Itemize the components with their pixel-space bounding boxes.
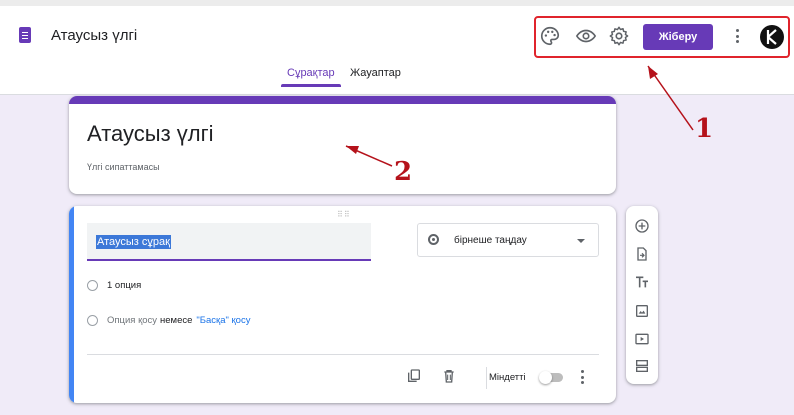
form-title[interactable]: Атаусыз үлгі [87,121,214,147]
required-label: Міндетті [489,372,526,383]
question-footer-divider [87,354,599,355]
drag-handle-icon[interactable]: ⠿⠿ [337,210,351,219]
radio-empty-icon [87,280,98,291]
dropdown-arrow-icon [577,239,585,243]
add-section-icon[interactable] [634,358,650,374]
annotation-number-1: 1 [695,114,714,144]
active-tab-indicator [281,84,341,87]
or-text: немесе [160,315,193,326]
radio-checked-icon [428,234,439,245]
annotation-box-header-tools [534,16,790,58]
radio-empty-icon [87,315,98,326]
required-toggle[interactable] [539,371,565,384]
add-title-icon[interactable] [634,274,650,290]
title-card-accent [69,96,616,104]
add-video-icon[interactable] [634,331,650,347]
tab-answers[interactable]: Жауаптар [350,67,401,79]
option-label[interactable]: 1 опция [107,280,141,291]
annotation-number-2: 2 [394,157,413,187]
question-card[interactable]: ⠿⠿ Атаусыз сұрақ бірнеше таңдау 1 опция … [69,206,616,403]
question-title-field[interactable]: Атаусыз сұрақ [87,223,371,261]
tab-questions[interactable]: Сұрақтар [287,67,335,79]
form-title-card: Атаусыз үлгі Үлгі сипаттамасы [69,96,616,194]
option-row[interactable]: 1 опция [87,280,141,291]
question-type-dropdown[interactable]: бірнеше таңдау [417,223,599,257]
add-option-row[interactable]: Опция қосу немесе "Басқа" қосу [87,315,250,326]
add-question-icon[interactable] [634,218,650,234]
add-option-link[interactable]: Опция қосу [107,315,157,326]
question-title-text[interactable]: Атаусыз сұрақ [96,235,171,249]
import-questions-icon[interactable] [634,246,650,262]
floating-toolbar [626,206,658,384]
app-header: Атаусыз үлгі Жіберу Сұрақтар Жауаптар [0,0,794,95]
duplicate-icon[interactable] [406,368,422,384]
browser-chrome-strip [0,0,794,6]
active-card-indicator [69,206,74,403]
form-name[interactable]: Атаусыз үлгі [51,27,137,44]
more-options-icon[interactable] [581,370,585,387]
add-other-link[interactable]: "Басқа" қосу [196,315,250,326]
add-image-icon[interactable] [634,303,650,319]
form-description[interactable]: Үлгі сипаттамасы [87,162,160,172]
toggle-knob [539,371,552,384]
question-type-label: бірнеше таңдау [454,235,527,246]
google-forms-icon[interactable] [19,27,31,43]
footer-vertical-divider [486,367,487,389]
trash-icon[interactable] [441,368,457,384]
